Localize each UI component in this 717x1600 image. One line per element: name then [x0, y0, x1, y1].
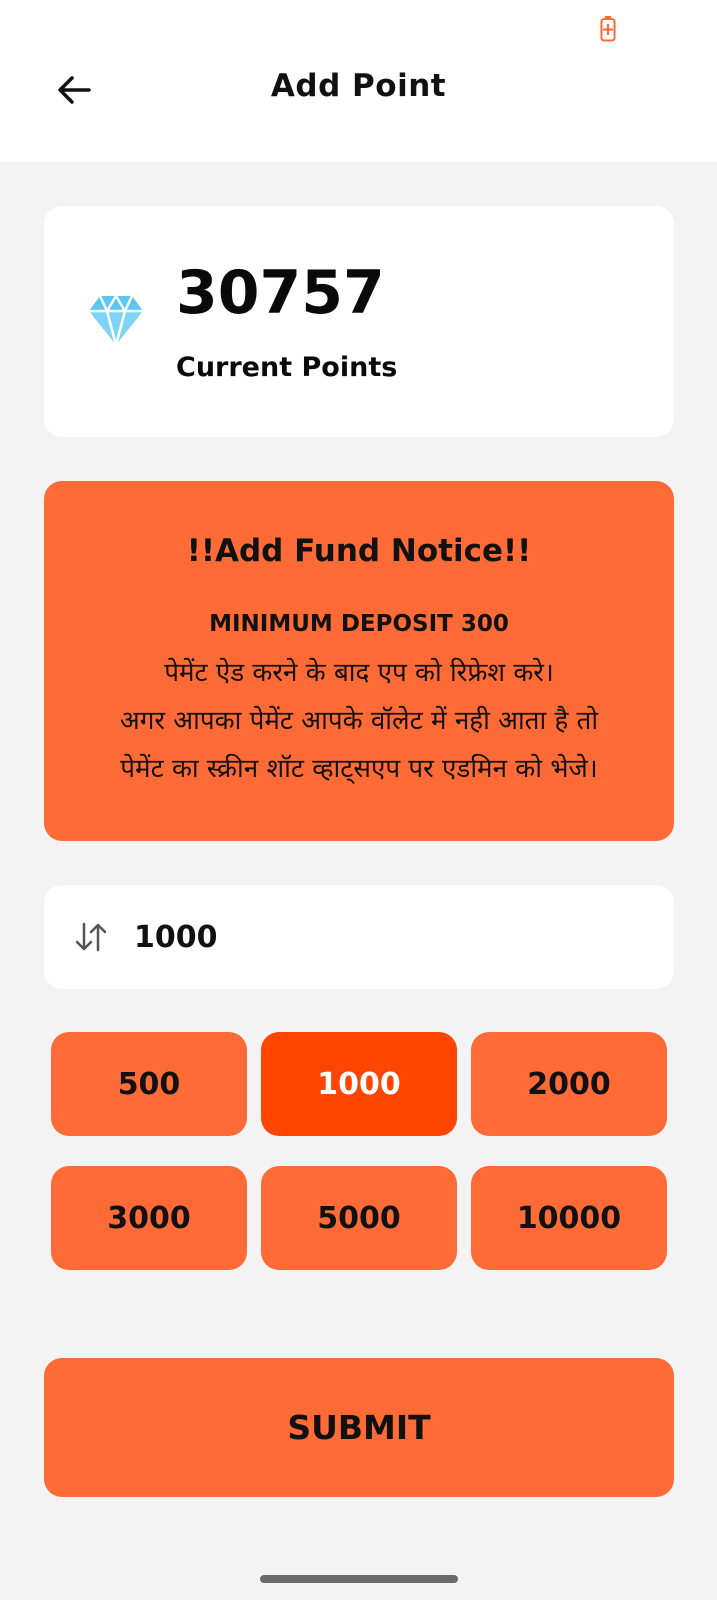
amount-chip-3000[interactable]: 3000	[51, 1166, 247, 1270]
add-fund-notice: !!Add Fund Notice!! MINIMUM DEPOSIT 300 …	[44, 481, 674, 841]
diamond-icon	[89, 294, 143, 346]
status-bar	[0, 0, 717, 50]
notice-line: अगर आपका पेमेंट आपके वॉलेट में नही आता ह…	[119, 706, 599, 736]
notice-line: पेमेंट का स्क्रीन शॉट व्हाट्सएप पर एडमिन…	[120, 754, 598, 784]
amount-chip-2000[interactable]: 2000	[471, 1032, 667, 1136]
current-points-label: Current Points	[176, 352, 398, 383]
amount-chip-5000[interactable]: 5000	[261, 1166, 457, 1270]
amount-chip-1000[interactable]: 1000	[261, 1032, 457, 1136]
amount-input[interactable]	[134, 907, 634, 967]
amount-chip-10000[interactable]: 10000	[471, 1166, 667, 1270]
sort-arrows-icon	[75, 922, 107, 952]
points-card: 30757 Current Points	[44, 206, 674, 437]
notice-line: पेमेंट ऐड करने के बाद एप को रिफ्रेश करे।	[164, 658, 554, 688]
page-title: Add Point	[270, 68, 447, 104]
current-points-value: 30757	[176, 258, 385, 328]
minimum-deposit-text: MINIMUM DEPOSIT 300	[209, 611, 509, 637]
notice-title: !!Add Fund Notice!!	[186, 533, 532, 569]
battery-charging-icon	[600, 16, 616, 42]
amount-field[interactable]	[44, 885, 674, 989]
amount-chip-500[interactable]: 500	[51, 1032, 247, 1136]
submit-button[interactable]: SUBMIT	[44, 1358, 674, 1497]
app-header: Add Point	[0, 50, 717, 162]
home-indicator[interactable]	[260, 1575, 458, 1583]
